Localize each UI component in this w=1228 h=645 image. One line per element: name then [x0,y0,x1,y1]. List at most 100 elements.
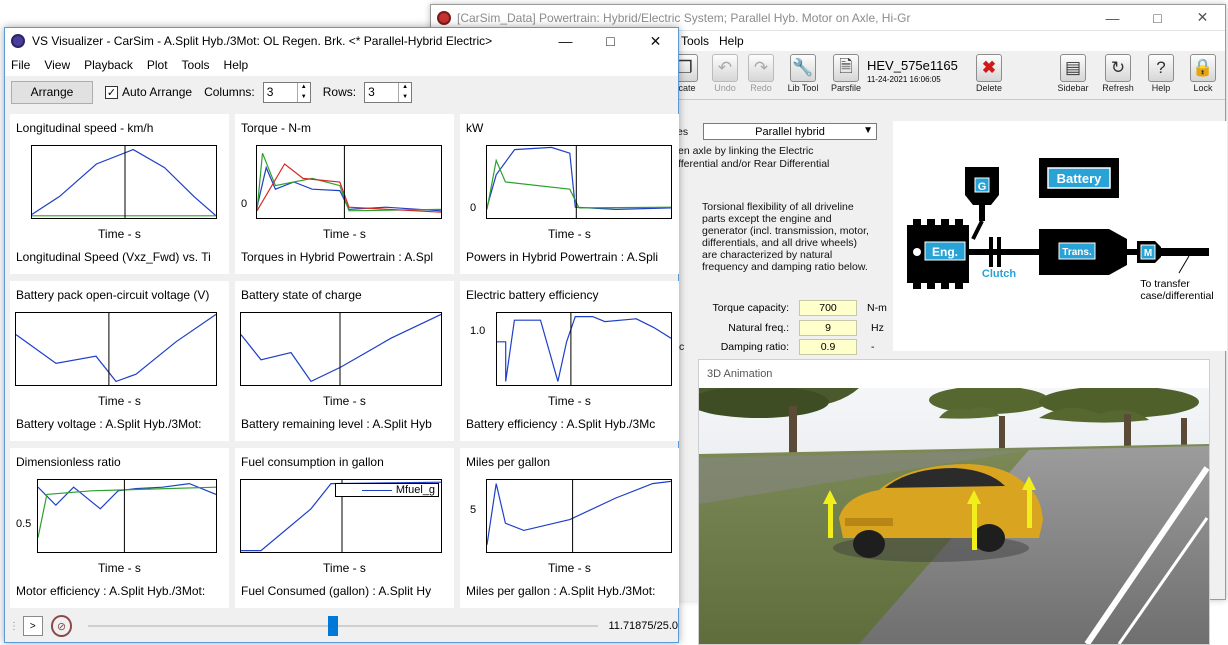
torsion-line-1: Torsional flexibility of all driveline [702,201,854,213]
redo-icon: ↷ [748,54,774,82]
delete-button[interactable]: ✖ Delete [969,54,1009,93]
clutch-label: Clutch [982,268,1017,280]
lock-button[interactable]: 🔒 Lock [1183,54,1223,93]
spin-down-icon[interactable]: ▼ [301,94,307,100]
document-icon: 🗎 [833,54,859,82]
redo-button[interactable]: ↷ Redo [741,54,781,93]
plot-tile[interactable]: Miles per gallon 5 Time - s Miles per gallo… [460,448,679,608]
plot-title: kW [466,121,484,135]
powertrain-type-dropdown[interactable]: Parallel hybrid ▼ [703,123,877,140]
generator-shaft [979,205,985,221]
plot-area[interactable] [496,312,672,386]
spin-up-icon[interactable]: ▲ [402,84,408,90]
menu-help[interactable]: Help [224,58,249,72]
arrange-button[interactable]: Arrange [11,80,93,104]
vs-menubar: File View Playback Plot Tools Help [5,54,678,76]
description-line-1: en axle by linking the Electric [678,145,814,157]
close-icon[interactable]: ✕ [633,28,678,54]
plot-caption: Longitudinal Speed (Vxz_Fwd) vs. Ti [16,250,211,264]
legend-box: Mfuel_g [335,483,439,497]
torsion-line-3: generator (incl. transmission, motor, [702,225,869,237]
help-icon: ? [1148,54,1174,82]
car-wheel-front [853,530,885,558]
rows-stepper[interactable]: 3 ▲ ▼ [364,81,413,103]
playback-bar: ⋮ > ⊘ 11.71875/25.0 [5,610,678,642]
maximize-icon[interactable]: □ [588,28,633,54]
playback-slider[interactable] [88,616,599,636]
undo-icon: ↶ [712,54,738,82]
columns-stepper[interactable]: 3 ▲ ▼ [262,81,311,103]
motor-label: M [1144,248,1152,259]
series-line [487,158,671,210]
series-line [32,148,216,217]
series-line [497,316,671,382]
plot-tile[interactable]: Electric battery efficiency 1.0 Time - s Ba… [460,281,679,441]
chevron-down-icon: ▼ [863,125,873,136]
plot-area[interactable] [240,312,442,386]
refresh-button[interactable]: ↻ Refresh [1098,54,1138,93]
grip-icon: ⋮ [9,620,19,632]
help-button[interactable]: ? Help [1141,54,1181,93]
plot-area[interactable] [37,479,217,553]
x-axis-label: Time - s [548,561,591,575]
plot-tile[interactable]: Torque - N-m 0 Time - s Torques in Hybrid P… [235,114,454,274]
dataset-date: 11-24-2021 16:06:05 [867,75,941,84]
plot-area[interactable] [486,479,672,553]
torque-capacity-field[interactable]: 700 [799,300,857,316]
spin-up-icon[interactable]: ▲ [301,84,307,90]
maximize-icon[interactable]: □ [1135,5,1180,30]
torque-capacity-label: Torque capacity: [712,302,789,314]
x-axis-label: Time - s [98,561,141,575]
sidebar-button[interactable]: ▤ Sidebar [1053,54,1093,93]
series-line [257,152,441,212]
engine-shaft [969,249,1041,255]
menu-help[interactable]: Help [719,34,744,48]
plot-area[interactable] [15,312,217,386]
auto-arrange-checkbox[interactable]: ✓ [105,85,118,99]
spin-down-icon[interactable]: ▼ [402,94,408,100]
menu-tools[interactable]: Tools [182,58,210,72]
desktop: [CarSim_Data] Powertrain: Hybrid/Electri… [0,0,1228,645]
parsfile-button[interactable]: 🗎 Parsfile [826,54,866,93]
description-line-2: fferential and/or Rear Differential [678,158,830,170]
natural-freq-field[interactable]: 9 [799,320,857,336]
plot-tile[interactable]: Longitudinal speed - km/h Time - s Longitu… [10,114,229,274]
series-line [257,165,441,212]
y-tick-label: 5 [470,504,477,516]
plot-tile[interactable]: Fuel consumption in gallon Mfuel_g Time - … [235,448,454,608]
menu-view[interactable]: View [44,58,70,72]
damping-ratio-label: Damping ratio: [720,341,789,353]
menu-playback[interactable]: Playback [84,58,133,72]
series-line [487,480,671,545]
vs-app-icon [11,34,25,48]
plot-title: Miles per gallon [466,455,551,469]
playback-slider-thumb[interactable] [327,616,338,636]
plot-tile[interactable]: Battery state of charge Time - s Battery r… [235,281,454,441]
menu-file[interactable]: File [11,58,30,72]
plot-area[interactable] [486,145,672,219]
dataset-name[interactable]: HEV_575e1165 [867,58,958,73]
plot-caption: Torques in Hybrid Powertrain : A.Spl [241,250,434,264]
menu-tools[interactable]: Tools [681,34,709,48]
clutch-plate-b [997,237,1001,267]
plot-caption: Powers in Hybrid Powertrain : A.Spli [466,250,659,264]
menu-plot[interactable]: Plot [147,58,168,72]
play-button[interactable]: > [23,616,43,636]
minimize-icon[interactable]: — [1090,5,1135,30]
side-fragment: c [679,341,685,353]
plot-area[interactable] [31,145,217,219]
torsion-line-5: are characterized by natural [702,249,833,261]
plot-area[interactable] [256,145,442,219]
mute-icon[interactable]: ⊘ [50,615,73,637]
plot-tile[interactable]: Dimensionless ratio 0.5 Time - s Motor effi… [10,448,229,608]
animation-viewport[interactable] [699,388,1209,644]
plot-title: Fuel consumption in gallon [241,455,384,469]
minimize-icon[interactable]: — [543,28,588,54]
lib-tool-button[interactable]: 🔧 Lib Tool [783,54,823,93]
close-icon[interactable]: ✕ [1180,5,1225,30]
damping-ratio-field[interactable]: 0.9 [799,339,857,355]
plot-tile[interactable]: Battery pack open-circuit voltage (V) Tim… [10,281,229,441]
plot-area[interactable]: Mfuel_g [240,479,442,553]
undo-button[interactable]: ↶ Undo [705,54,745,93]
plot-tile[interactable]: kW 0 Time - s Powers in Hybrid Powertrain :… [460,114,679,274]
